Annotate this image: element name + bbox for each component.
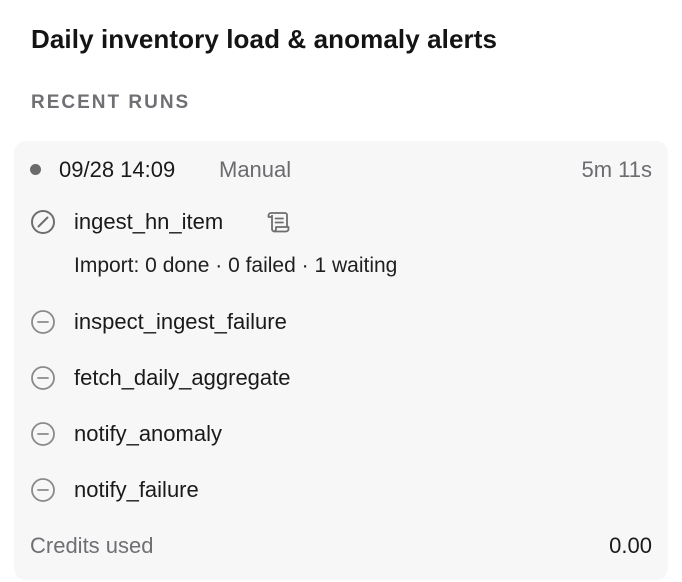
step-label: notify_anomaly [74, 421, 222, 446]
step-row-ingest-hn-item[interactable]: ingest_hn_item [14, 206, 668, 238]
recent-runs-label: RECENT RUNS [31, 92, 191, 113]
pending-icon [30, 309, 56, 335]
page-title: Daily inventory load & anomaly alerts [31, 24, 498, 54]
status-dot-icon [30, 164, 41, 175]
step-row-fetch-daily-aggregate[interactable]: fetch_daily_aggregate [14, 362, 668, 394]
credits-value: 0.00 [609, 533, 652, 558]
step-label: inspect_ingest_failure [74, 309, 287, 334]
running-icon [30, 209, 56, 235]
step-import-status: Import: 0 done · 0 failed · 1 waiting [74, 254, 398, 277]
credits-row: Credits used 0.00 [14, 530, 668, 562]
step-label: notify_failure [74, 477, 199, 502]
step-label: fetch_daily_aggregate [74, 365, 291, 390]
run-trigger: Manual [219, 157, 292, 182]
pending-icon [30, 421, 56, 447]
run-header[interactable]: 09/28 14:09 Manual 5m 11s [14, 155, 668, 185]
run-duration: 5m 11s [581, 157, 652, 182]
pending-icon [30, 477, 56, 503]
run-timestamp: 09/28 14:09 [59, 157, 176, 182]
credits-label: Credits used [30, 533, 154, 558]
step-label: ingest_hn_item [74, 209, 224, 234]
run-card[interactable]: 09/28 14:09 Manual 5m 11s ingest_hn_item… [14, 141, 668, 580]
pending-icon [30, 365, 56, 391]
step-row-notify-failure[interactable]: notify_failure [14, 474, 668, 506]
step-row-inspect-ingest-failure[interactable]: inspect_ingest_failure [14, 306, 668, 338]
step-row-notify-anomaly[interactable]: notify_anomaly [14, 418, 668, 450]
log-scroll-icon[interactable] [265, 210, 291, 234]
